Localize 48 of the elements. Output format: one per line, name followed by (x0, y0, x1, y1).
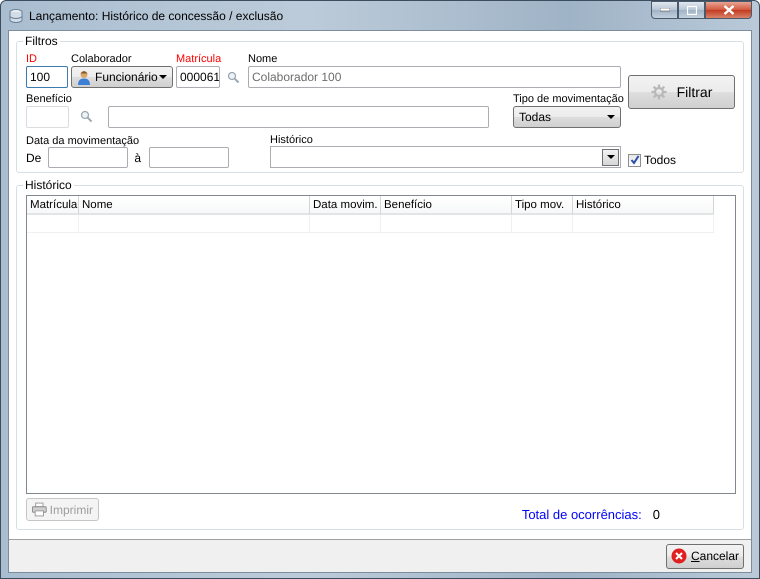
close-button[interactable] (705, 1, 752, 19)
group-title: Histórico (23, 178, 74, 192)
checkbox-label: Todos (644, 153, 676, 167)
table-cell (27, 215, 79, 233)
search-icon[interactable] (227, 71, 240, 84)
printer-icon (32, 502, 47, 517)
column-header[interactable]: Matrícula (27, 196, 79, 215)
total-value: 0 (652, 507, 660, 522)
benefit-name-field[interactable] (108, 106, 489, 128)
field-label: Benefício (26, 92, 72, 106)
minimize-icon (660, 8, 670, 12)
close-icon (722, 5, 734, 15)
column-header[interactable]: Data movim. (310, 196, 381, 215)
window-title: Lançamento: Histórico de concessão / exclusão (29, 8, 284, 22)
search-icon[interactable] (80, 110, 93, 123)
group-title: Filtros (23, 34, 60, 48)
table-cell (512, 215, 573, 233)
person-icon (77, 70, 91, 84)
app-icon (8, 8, 24, 24)
cancel-button[interactable]: Cancelar (666, 544, 744, 568)
from-label: De (26, 150, 42, 164)
maximize-icon (686, 6, 696, 14)
field-label: Matrícula (176, 52, 222, 66)
column-header[interactable]: Benefício (381, 196, 512, 215)
gear-icon (650, 84, 667, 100)
start-date-field[interactable] (48, 147, 128, 168)
filter-button[interactable]: Filtrar (628, 75, 735, 109)
to-label: à (134, 150, 142, 164)
end-date-field[interactable] (149, 147, 230, 168)
id-field[interactable]: 100 (26, 66, 68, 88)
field-label: ID (26, 52, 37, 66)
minimize-button[interactable] (651, 1, 678, 19)
field-label: Data da movimentação (26, 134, 140, 148)
field-label: Tipo de movimentação (513, 92, 624, 106)
total-label: Total de ocorrências: (522, 507, 642, 522)
column-header[interactable]: Tipo mov. (512, 196, 573, 215)
checkbox[interactable] (628, 154, 641, 166)
field-label: Colaborador (71, 52, 132, 66)
employee-type-dropdown[interactable]: Funcionário (71, 66, 173, 88)
movement-type-dropdown[interactable]: Todas (513, 106, 621, 128)
table-cell (310, 215, 381, 233)
column-header[interactable]: Histórico (573, 196, 714, 215)
field-label: Nome (248, 52, 278, 66)
maximize-button[interactable] (678, 1, 705, 19)
cancel-icon (670, 548, 687, 564)
registration-field[interactable]: 000061 (176, 66, 220, 88)
column-header[interactable]: Nome (79, 196, 310, 215)
field-label: Histórico (270, 133, 313, 147)
